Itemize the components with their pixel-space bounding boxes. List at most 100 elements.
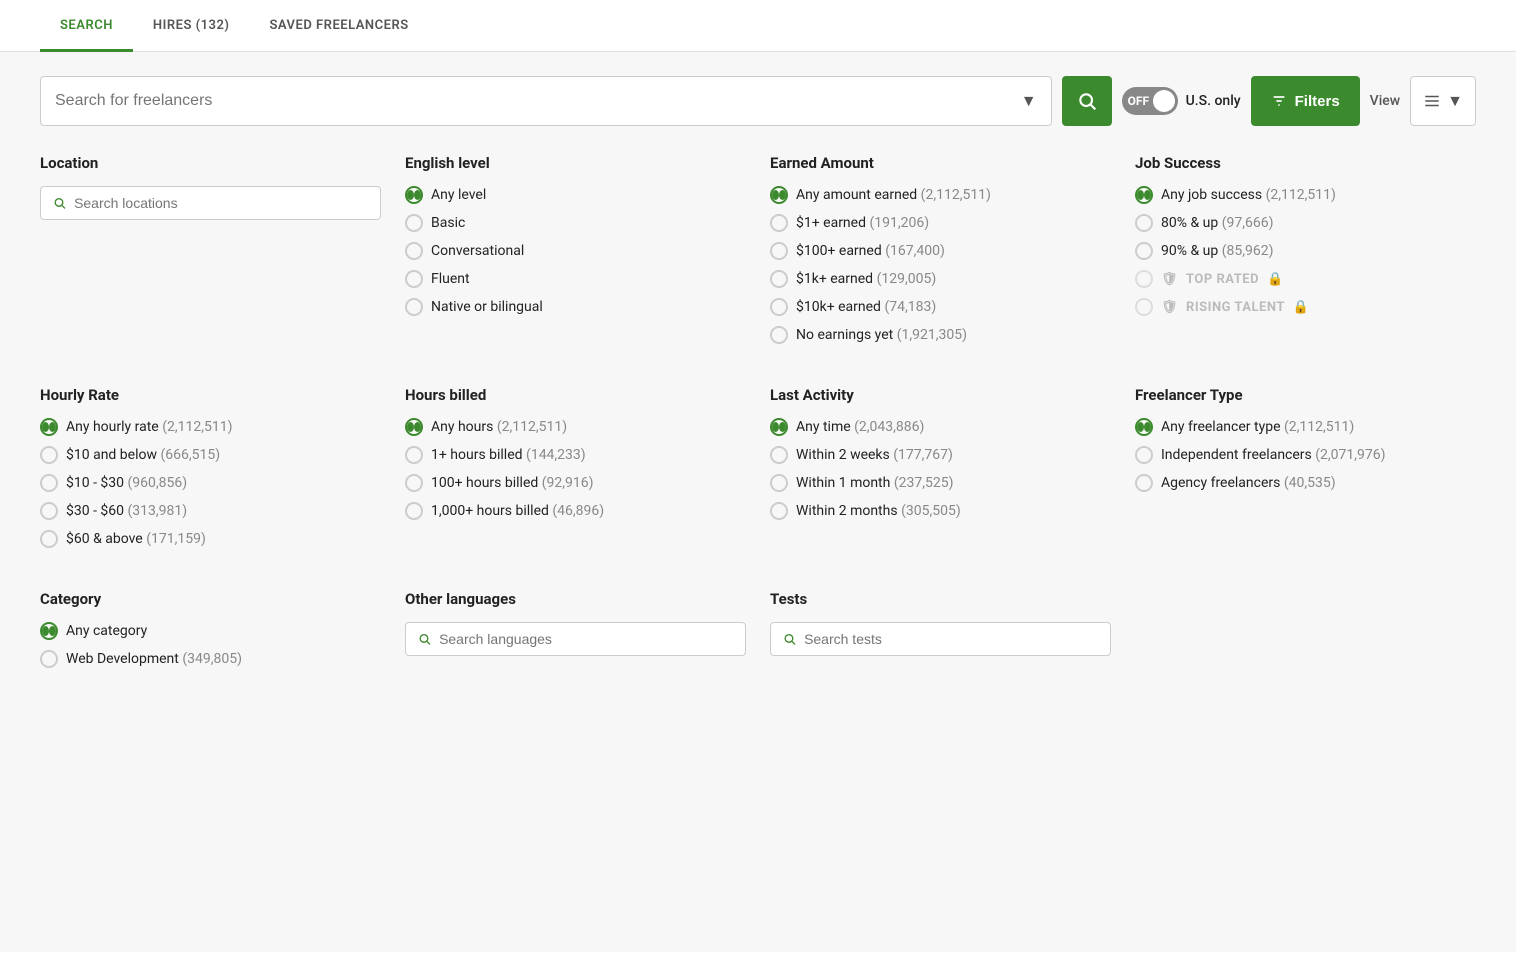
js-rising-talent: 🛡 RISING TALENT 🔒 [1135, 298, 1476, 316]
hb-1000plus[interactable]: 1,000+ hours billed (46,896) [405, 502, 746, 520]
languages-search-input[interactable] [439, 631, 733, 647]
location-title: Location [40, 154, 381, 172]
cat-webdev-label: Web Development (349,805) [66, 651, 242, 667]
search-input[interactable] [55, 92, 1021, 110]
radio-english-conv [405, 242, 423, 260]
freelancer-type-title: Freelancer Type [1135, 386, 1476, 404]
radio-la-1month [770, 474, 788, 492]
js-80[interactable]: 80% & up (97,666) [1135, 214, 1476, 232]
english-native[interactable]: Native or bilingual [405, 298, 746, 316]
earned-1plus[interactable]: $1+ earned (191,206) [770, 214, 1111, 232]
hr-30-60[interactable]: $30 - $60 (313,981) [40, 502, 381, 520]
job-success-title: Job Success [1135, 154, 1476, 172]
la-1month[interactable]: Within 1 month (237,525) [770, 474, 1111, 492]
radio-earned-1plus [770, 214, 788, 232]
shield-icon: 🛡 [1161, 272, 1178, 287]
hb-1000plus-label: 1,000+ hours billed (46,896) [431, 503, 604, 519]
radio-english-fluent [405, 270, 423, 288]
languages-search-icon [418, 632, 431, 646]
search-icon [1077, 91, 1097, 111]
ft-agency-label: Agency freelancers (40,535) [1161, 475, 1336, 491]
cat-webdev[interactable]: Web Development (349,805) [40, 650, 381, 668]
filters-button[interactable]: Filters [1251, 76, 1360, 126]
tests-search-input[interactable] [804, 631, 1098, 647]
la-2weeks[interactable]: Within 2 weeks (177,767) [770, 446, 1111, 464]
filters-label: Filters [1295, 93, 1340, 110]
filters-icon [1271, 93, 1287, 109]
english-level-filter: English level Any level Basic Conversati… [405, 154, 746, 354]
search-input-wrap: ▼ [40, 76, 1052, 126]
earned-1k[interactable]: $1k+ earned (129,005) [770, 270, 1111, 288]
view-button[interactable]: ▼ [1410, 76, 1476, 126]
other-languages-title: Other languages [405, 590, 746, 608]
radio-ft-agency [1135, 474, 1153, 492]
ft-any[interactable]: Any freelancer type (2,112,511) [1135, 418, 1476, 436]
radio-english-native [405, 298, 423, 316]
lock-icon: 🔒 [1267, 272, 1284, 287]
hourly-rate-filter: Hourly Rate Any hourly rate (2,112,511) … [40, 386, 381, 558]
ft-independent[interactable]: Independent freelancers (2,071,976) [1135, 446, 1476, 464]
us-only-toggle[interactable]: OFF [1122, 87, 1178, 115]
freelancer-type-filter: Freelancer Type Any freelancer type (2,1… [1135, 386, 1476, 558]
hb-100plus[interactable]: 100+ hours billed (92,916) [405, 474, 746, 492]
english-fluent-label: Fluent [431, 271, 470, 287]
english-fluent[interactable]: Fluent [405, 270, 746, 288]
hr-10-30[interactable]: $10 - $30 (960,856) [40, 474, 381, 492]
main-content: ▼ OFF U.S. only Filters View ▼ Location [0, 52, 1516, 952]
earned-any[interactable]: Any amount earned (2,112,511) [770, 186, 1111, 204]
english-any[interactable]: Any level [405, 186, 746, 204]
location-filter: Location [40, 154, 381, 354]
earned-10k-label: $10k+ earned (74,183) [796, 299, 936, 315]
earned-none[interactable]: No earnings yet (1,921,305) [770, 326, 1111, 344]
radio-js-90 [1135, 242, 1153, 260]
filters-grid-3: Category Any category Web Development (3… [40, 590, 1476, 678]
ft-agency[interactable]: Agency freelancers (40,535) [1135, 474, 1476, 492]
filters-grid: Location English level Any level Basic C… [40, 154, 1476, 354]
radio-english-any [405, 186, 423, 204]
radio-la-2weeks [770, 446, 788, 464]
english-basic-label: Basic [431, 215, 465, 231]
js-any-label: Any job success (2,112,511) [1161, 187, 1336, 203]
hr-10below[interactable]: $10 and below (666,515) [40, 446, 381, 464]
english-basic[interactable]: Basic [405, 214, 746, 232]
earned-amount-title: Earned Amount [770, 154, 1111, 172]
search-bar: ▼ OFF U.S. only Filters View ▼ [40, 76, 1476, 126]
search-button[interactable] [1062, 76, 1112, 126]
tab-hires[interactable]: HIRES (132) [133, 0, 250, 52]
js-top-rated: 🛡 TOP RATED 🔒 [1135, 270, 1476, 288]
view-dropdown-arrow-icon: ▼ [1447, 91, 1463, 111]
earned-100plus[interactable]: $100+ earned (167,400) [770, 242, 1111, 260]
hb-any-label: Any hours (2,112,511) [431, 419, 567, 435]
hb-1plus[interactable]: 1+ hours billed (144,233) [405, 446, 746, 464]
radio-hb-1000plus [405, 502, 423, 520]
la-2months[interactable]: Within 2 months (305,505) [770, 502, 1111, 520]
hours-billed-filter: Hours billed Any hours (2,112,511) 1+ ho… [405, 386, 746, 558]
lock-icon-rising: 🔒 [1293, 300, 1310, 315]
tab-search[interactable]: SEARCH [40, 0, 133, 52]
hr-60above[interactable]: $60 & above (171,159) [40, 530, 381, 548]
js-any[interactable]: Any job success (2,112,511) [1135, 186, 1476, 204]
tab-saved[interactable]: SAVED FREELANCERS [249, 0, 428, 52]
english-conversational[interactable]: Conversational [405, 242, 746, 260]
la-2months-label: Within 2 months (305,505) [796, 503, 961, 519]
location-search-icon [53, 196, 66, 210]
location-search-input[interactable] [74, 195, 368, 211]
js-90[interactable]: 90% & up (85,962) [1135, 242, 1476, 260]
hb-any[interactable]: Any hours (2,112,511) [405, 418, 746, 436]
hb-1plus-label: 1+ hours billed (144,233) [431, 447, 586, 463]
english-native-label: Native or bilingual [431, 299, 543, 315]
cat-any[interactable]: Any category [40, 622, 381, 640]
radio-english-basic [405, 214, 423, 232]
la-any[interactable]: Any time (2,043,886) [770, 418, 1111, 436]
earned-10k[interactable]: $10k+ earned (74,183) [770, 298, 1111, 316]
english-any-label: Any level [431, 187, 486, 203]
cat-any-label: Any category [66, 623, 147, 639]
toggle-off-label: OFF [1128, 94, 1149, 108]
earned-1plus-label: $1+ earned (191,206) [796, 215, 929, 231]
toggle-knob [1153, 90, 1175, 112]
dropdown-arrow-icon[interactable]: ▼ [1021, 91, 1037, 111]
last-activity-title: Last Activity [770, 386, 1111, 404]
hr-any[interactable]: Any hourly rate (2,112,511) [40, 418, 381, 436]
ft-independent-label: Independent freelancers (2,071,976) [1161, 447, 1386, 463]
radio-hr-10-30 [40, 474, 58, 492]
